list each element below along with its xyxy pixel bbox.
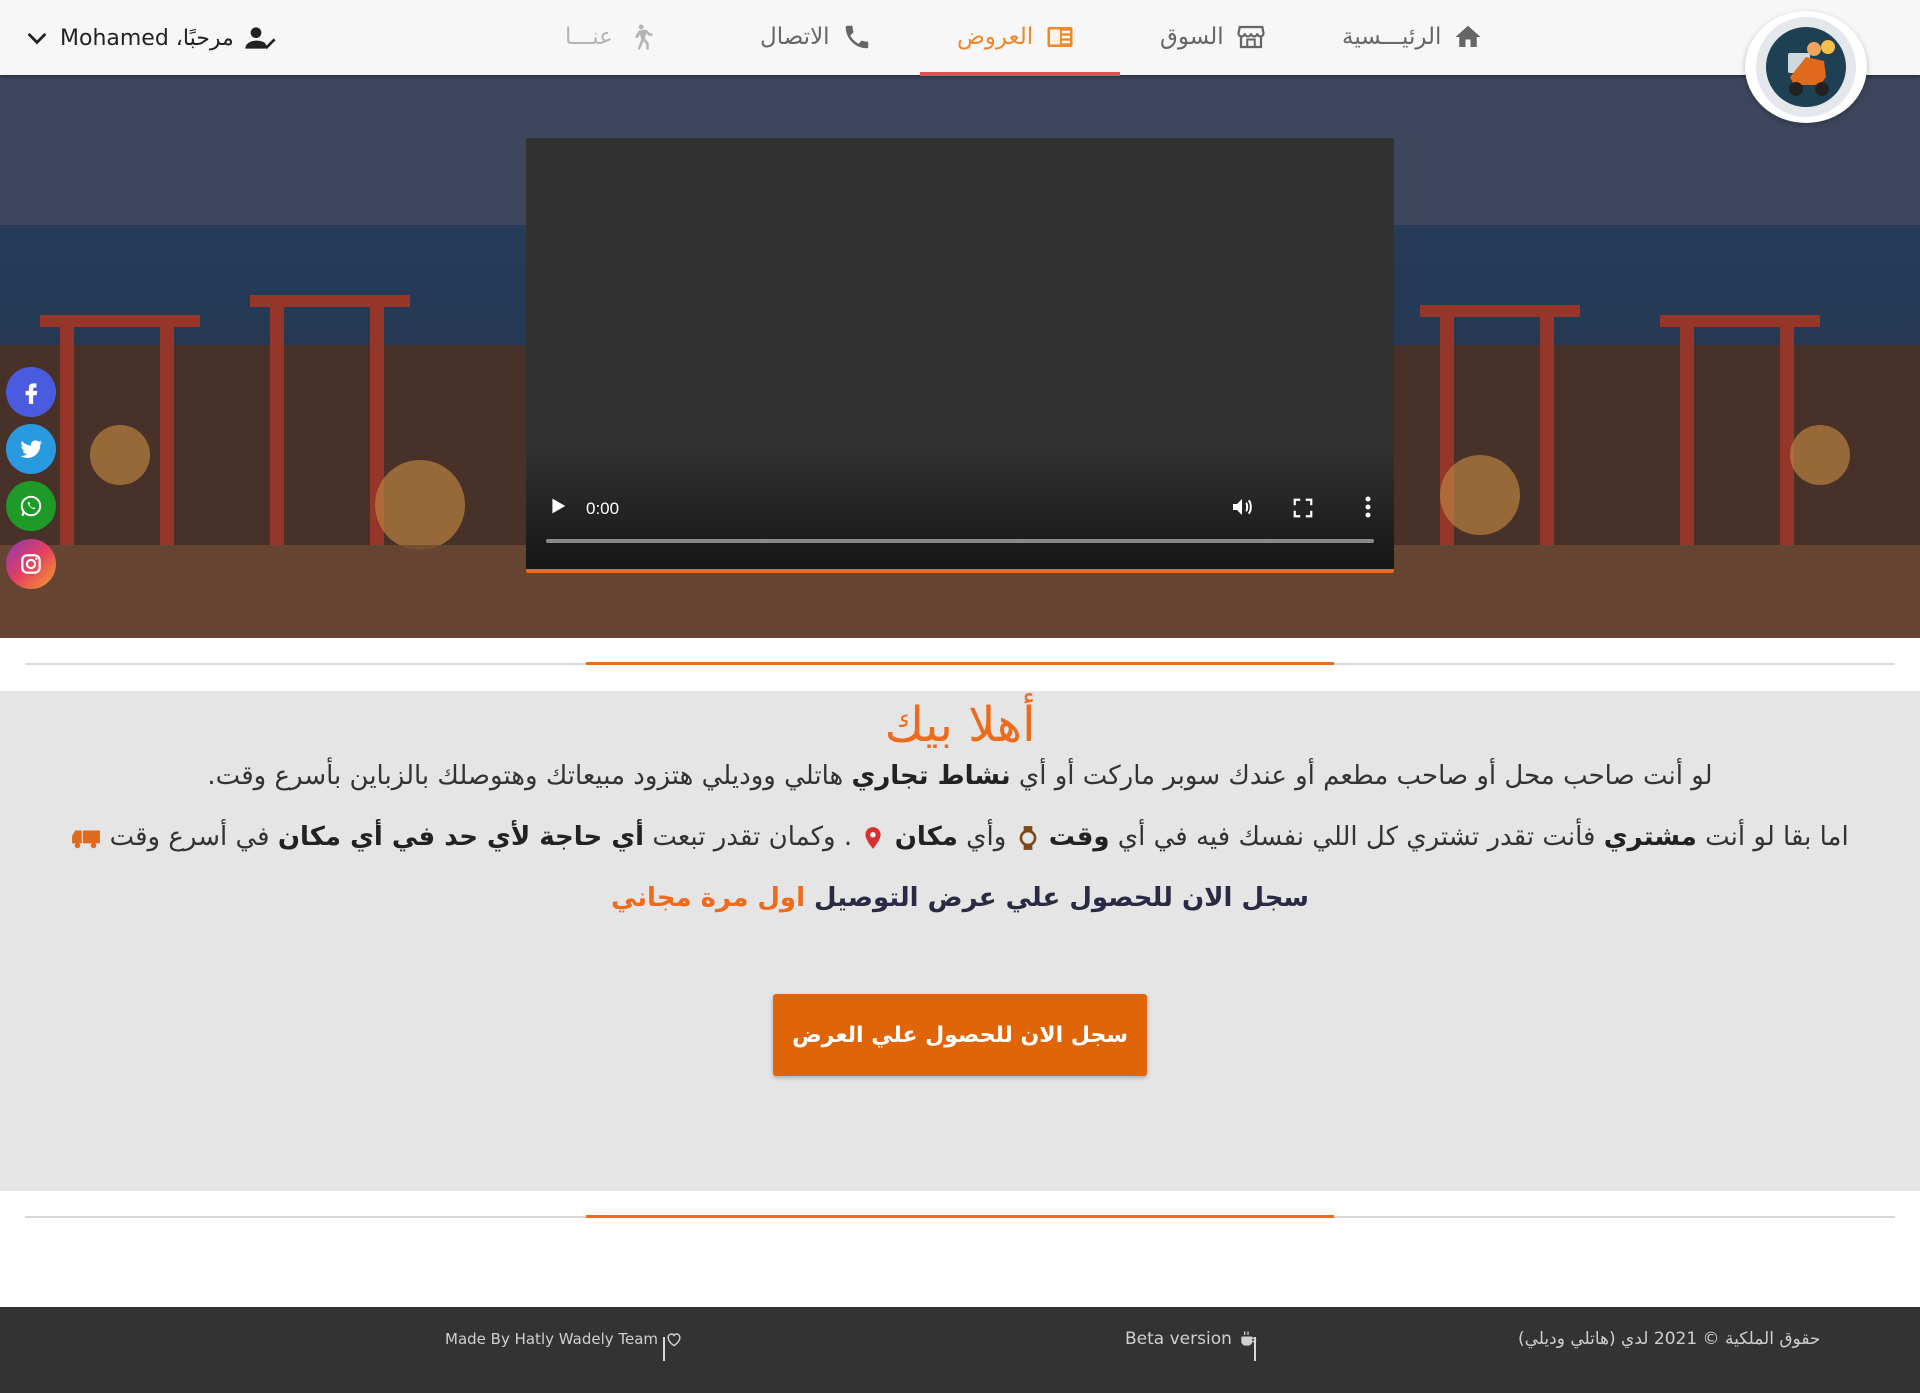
user-check-icon — [245, 27, 276, 50]
line2-bold-anything: أي حاجة لأي حد في أي مكان — [277, 822, 645, 852]
delivery-truck-icon — [72, 830, 101, 848]
instagram-link[interactable] — [6, 539, 56, 589]
fullscreen-icon[interactable] — [1292, 497, 1314, 519]
line2-text-e: في أسرع وقت — [109, 822, 278, 852]
line3-text: سجل الان للحصول علي عرض التوصيل — [805, 883, 1310, 913]
home-icon — [1455, 25, 1481, 47]
walking-icon — [634, 24, 653, 50]
register-offer-button[interactable]: سجل الان للحصول علي العرض — [773, 994, 1147, 1076]
active-nav-underline — [920, 72, 1120, 76]
user-menu[interactable]: مرحبًا، Mohamed — [24, 20, 276, 56]
welcome-line-buyers: اما بقا لو أنت مشتري فأنت تقدر تشتري كل … — [30, 822, 1890, 852]
line1-text-b: هاتلي ووديلي هتزود مبيعاتك وهتوصلك بالزب… — [207, 761, 852, 791]
nav-item-contact-label: الاتصال — [760, 24, 830, 50]
whatsapp-link[interactable] — [6, 481, 56, 531]
footer-made-by-text: Made By Hatly Wadely Team — [445, 1330, 659, 1348]
line2-text-c: وأي — [957, 822, 1007, 852]
twitter-link[interactable] — [6, 424, 56, 474]
play-icon[interactable] — [546, 495, 568, 517]
nav-item-about[interactable]: عنـــا — [565, 18, 655, 56]
hero-banner: 0:00 — [0, 75, 1920, 638]
volume-icon[interactable] — [1230, 495, 1254, 519]
nav-item-offers[interactable]: العروض — [957, 18, 1075, 56]
line2-bold-place: مكان — [894, 822, 958, 852]
store-icon — [1237, 25, 1265, 49]
welcome-line-sellers: لو أنت صاحب محل أو صاحب مطعم أو عندك سوب… — [30, 761, 1890, 791]
line2-bold-time: وقت — [1048, 822, 1110, 852]
video-time: 0:00 — [586, 499, 620, 518]
section-divider-top-accent — [586, 662, 1334, 665]
welcome-line-register: سجل الان للحصول علي عرض التوصيل اول مرة … — [30, 883, 1890, 913]
video-player[interactable]: 0:00 — [526, 138, 1394, 573]
heart-hands-icon — [667, 1333, 681, 1347]
video-progress-bar[interactable] — [546, 539, 1374, 543]
nav-item-market[interactable]: السوق — [1160, 18, 1266, 56]
top-navbar: مرحبًا، Mohamed عنـــا الاتصال العروض ال… — [0, 0, 1920, 123]
page-footer: Made By Hatly Wadely Team Beta version ح… — [0, 1307, 1920, 1393]
line3-free-highlight: اول مرة مجاني — [610, 883, 805, 913]
whatsapp-icon — [20, 495, 42, 517]
nav-item-contact[interactable]: الاتصال — [760, 18, 872, 56]
line2-text-b: فأنت تقدر تشتري كل اللي نفسك فيه في أي — [1109, 822, 1604, 852]
offers-icon — [1047, 27, 1073, 47]
footer-copyright-text: حقوق الملكية © 2021 لدي (هاتلي وديلي) — [1518, 1329, 1821, 1349]
nav-item-home-label: الرئيـــسية — [1342, 24, 1442, 50]
instagram-icon — [21, 554, 41, 574]
nav-item-offers-label: العروض — [957, 24, 1034, 50]
line2-bold-buyer: مشتري — [1603, 822, 1697, 852]
delivery-man-icon — [1766, 27, 1846, 107]
phone-icon — [845, 25, 868, 49]
line2-text-d: . وكمان تقدر تبعت — [644, 822, 853, 852]
watch-icon — [1019, 825, 1036, 850]
nav-item-about-label: عنـــا — [565, 24, 613, 50]
line1-text-a: لو أنت صاحب محل أو صاحب مطعم أو عندك سوب… — [1010, 761, 1713, 791]
chevron-down-icon — [28, 33, 46, 45]
user-greeting: مرحبًا، Mohamed — [60, 25, 234, 51]
line1-bold-business: نشاط تجاري — [851, 761, 1011, 791]
line2-text-a: اما بقا لو أنت — [1696, 822, 1849, 852]
section-divider-bottom-accent — [586, 1215, 1334, 1218]
footer-separator — [663, 1337, 665, 1361]
video-controls-shade — [526, 449, 1394, 569]
twitter-icon — [20, 440, 43, 458]
footer-made-by: Made By Hatly Wadely Team — [445, 1329, 684, 1349]
location-pin-icon — [865, 826, 882, 849]
facebook-icon — [25, 383, 38, 404]
footer-copyright: حقوق الملكية © 2021 لدي (هاتلي وديلي) — [1518, 1329, 1820, 1349]
facebook-link[interactable] — [6, 367, 56, 417]
footer-beta-text: Beta version — [1125, 1329, 1232, 1349]
nav-item-home[interactable]: الرئيـــسية — [1342, 18, 1483, 56]
welcome-section: أهلا بيك لو أنت صاحب محل أو صاحب مطعم أو… — [0, 691, 1920, 1191]
welcome-title: أهلا بيك — [884, 697, 1036, 753]
footer-separator — [1254, 1337, 1256, 1361]
delivery-logo-icon — [1756, 17, 1856, 117]
site-logo[interactable] — [1745, 11, 1867, 123]
footer-beta: Beta version — [1125, 1329, 1258, 1349]
nav-item-market-label: السوق — [1160, 24, 1224, 50]
more-options-icon[interactable] — [1364, 495, 1372, 519]
